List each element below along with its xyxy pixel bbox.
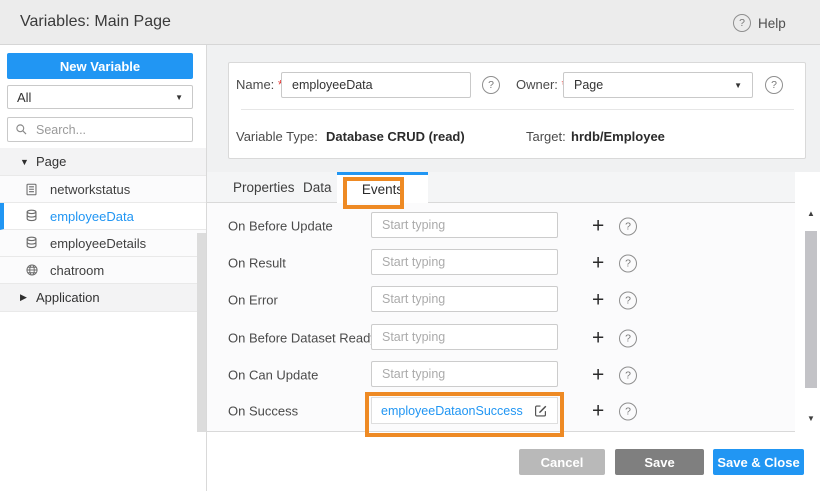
- sidebar-scrollbar-thumb[interactable]: [197, 233, 206, 432]
- tree-group-page[interactable]: ▼ Page: [0, 148, 206, 176]
- add-action-icon[interactable]: +: [592, 289, 604, 310]
- owner-label: Owner: *: [516, 77, 567, 92]
- tree-group-label: Page: [36, 154, 66, 169]
- help-label: Help: [758, 16, 786, 31]
- dialog-footer: Cancel Save Save & Close: [207, 433, 820, 491]
- event-label: On Result: [228, 255, 286, 270]
- event-row-on-error: On Error + ?: [207, 286, 795, 313]
- chevron-down-icon: ▼: [734, 81, 742, 90]
- on-success-action-link[interactable]: employeeDataonSuccess: [381, 404, 523, 418]
- on-success-value-box: employeeDataonSuccess: [371, 397, 558, 424]
- target-label: Target:: [526, 129, 566, 144]
- card-divider: [241, 109, 794, 110]
- dialog-header: Variables: Main Page ? Help: [0, 0, 820, 45]
- name-field[interactable]: [281, 72, 471, 98]
- websocket-icon: [25, 263, 39, 277]
- add-action-icon[interactable]: +: [592, 215, 604, 236]
- save-and-close-button[interactable]: Save & Close: [713, 449, 804, 475]
- on-before-dataset-ready-input[interactable]: [371, 324, 558, 350]
- variables-sidebar: New Variable All ▼ ▼ Page networkstatus: [0, 45, 207, 491]
- chevron-down-icon: ▼: [175, 93, 183, 102]
- name-label: Name: *: [236, 77, 283, 92]
- add-action-icon[interactable]: +: [592, 252, 604, 273]
- event-label: On Success: [228, 403, 298, 418]
- owner-value: Page: [574, 78, 603, 92]
- scroll-down-icon[interactable]: ▼: [802, 414, 820, 423]
- add-action-icon[interactable]: +: [592, 364, 604, 385]
- event-help-icon[interactable]: ?: [619, 254, 637, 272]
- event-help-icon[interactable]: ?: [619, 217, 637, 235]
- database-icon: [25, 209, 39, 223]
- model-variable-icon: [25, 183, 38, 196]
- variable-summary-card: Name: * ? Owner: * Page ▼ ? Variable Typ…: [228, 62, 806, 159]
- add-action-icon[interactable]: +: [592, 327, 604, 348]
- variable-type-label: Variable Type:: [236, 129, 318, 144]
- event-label: On Before Update: [228, 218, 333, 233]
- on-result-input[interactable]: [371, 249, 558, 275]
- event-row-on-can-update: On Can Update + ?: [207, 361, 795, 388]
- event-label: On Can Update: [228, 367, 318, 382]
- tree-item-label: employeeData: [50, 209, 134, 224]
- page-title: Variables: Main Page: [20, 13, 171, 31]
- event-row-on-result: On Result + ?: [207, 249, 795, 276]
- tree-group-label: Application: [36, 290, 100, 305]
- tree-item-chatroom[interactable]: chatroom: [0, 257, 206, 284]
- variable-filter-select[interactable]: All ▼: [7, 85, 193, 109]
- event-row-on-before-update: On Before Update + ?: [207, 212, 795, 239]
- cancel-button[interactable]: Cancel: [519, 449, 605, 475]
- search-input[interactable]: [34, 122, 178, 138]
- event-help-icon[interactable]: ?: [619, 329, 637, 347]
- events-panel: On Before Update + ? On Result + ? On Er…: [207, 203, 795, 432]
- event-help-icon[interactable]: ?: [619, 291, 637, 309]
- on-before-update-input[interactable]: [371, 212, 558, 238]
- tab-bar: Properties Data Events: [207, 172, 795, 203]
- edit-icon[interactable]: [533, 403, 548, 418]
- variable-search[interactable]: [7, 117, 193, 142]
- variable-type-value: Database CRUD (read): [326, 129, 465, 144]
- event-help-icon[interactable]: ?: [619, 402, 637, 420]
- on-can-update-input[interactable]: [371, 361, 558, 387]
- tree-item-label: chatroom: [50, 263, 104, 278]
- triangle-right-icon: ▶: [20, 292, 27, 303]
- tab-data[interactable]: Data: [303, 172, 332, 203]
- on-error-input[interactable]: [371, 286, 558, 312]
- event-label: On Before Dataset Ready: [228, 330, 377, 345]
- tree-item-employeedetails[interactable]: employeeDetails: [0, 230, 206, 257]
- tree-item-networkstatus[interactable]: networkstatus: [0, 176, 206, 203]
- event-row-on-before-dataset-ready: On Before Dataset Ready + ?: [207, 324, 795, 351]
- tab-events[interactable]: Events: [337, 172, 428, 203]
- help-icon: ?: [733, 14, 751, 32]
- database-icon: [25, 236, 39, 250]
- target-value: hrdb/Employee: [571, 129, 665, 144]
- scroll-up-icon[interactable]: ▲: [802, 209, 820, 218]
- save-button[interactable]: Save: [615, 449, 704, 475]
- scrollbar-thumb[interactable]: [805, 231, 817, 388]
- help-button[interactable]: ? Help: [733, 14, 786, 32]
- tree-item-label: networkstatus: [50, 182, 130, 197]
- owner-select[interactable]: Page ▼: [563, 72, 753, 98]
- name-help-icon[interactable]: ?: [482, 76, 500, 94]
- triangle-down-icon: ▼: [20, 157, 29, 167]
- variable-filter-value: All: [17, 90, 31, 105]
- tree-item-label: employeeDetails: [50, 236, 146, 251]
- tree-group-application[interactable]: ▶ Application: [0, 284, 206, 312]
- owner-help-icon[interactable]: ?: [765, 76, 783, 94]
- variables-tree: ▼ Page networkstatus employeeData: [0, 148, 206, 312]
- tree-item-employeedata[interactable]: employeeData: [0, 203, 206, 230]
- event-row-on-success: On Success employeeDataonSuccess + ?: [207, 397, 795, 424]
- new-variable-button[interactable]: New Variable: [7, 53, 193, 79]
- events-scrollbar[interactable]: ▲ ▼: [802, 203, 820, 432]
- event-help-icon[interactable]: ?: [619, 366, 637, 384]
- event-label: On Error: [228, 292, 278, 307]
- search-icon: [15, 123, 28, 136]
- add-action-icon[interactable]: +: [592, 400, 604, 421]
- tab-properties[interactable]: Properties: [233, 172, 295, 203]
